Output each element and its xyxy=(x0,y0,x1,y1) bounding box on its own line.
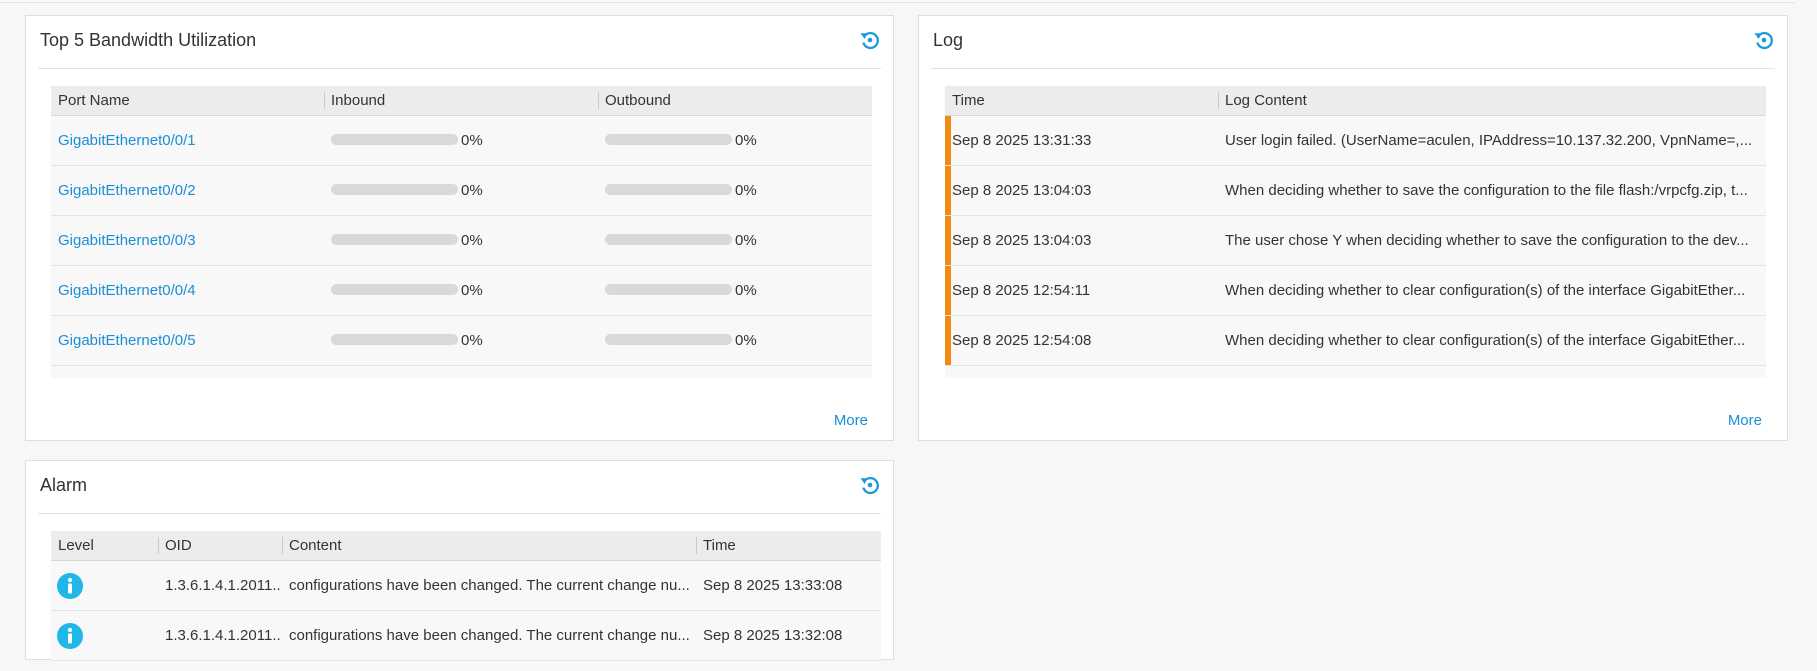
info-icon xyxy=(57,573,83,599)
column-time: Time xyxy=(696,531,883,560)
bandwidth-more-link[interactable]: More xyxy=(834,412,868,429)
top-divider xyxy=(0,0,1795,3)
outbound-percent: 0% xyxy=(735,132,757,149)
table-header: Level OID Content Time xyxy=(51,531,881,561)
port-name-link[interactable]: GigabitEthernet0/0/1 xyxy=(51,116,324,165)
log-table: Time Log Content Sep 8 2025 13:31:33 User… xyxy=(945,86,1766,378)
table-row: GigabitEthernet0/0/3 0% 0% xyxy=(51,216,872,266)
column-level: Level xyxy=(58,537,94,554)
outbound-percent: 0% xyxy=(735,182,757,199)
table-row: GigabitEthernet0/0/1 0% 0% xyxy=(51,116,872,166)
table-row[interactable]: Sep 8 2025 13:31:33 User login failed. (U… xyxy=(945,116,1766,166)
column-content: Content xyxy=(282,531,696,560)
inbound-percent: 0% xyxy=(461,282,483,299)
table-row[interactable]: Sep 8 2025 12:54:08 When deciding whether… xyxy=(945,316,1766,366)
alarm-panel: Alarm Level OID Content Time 1.3.6.1.4.1… xyxy=(25,460,894,671)
inbound-percent: 0% xyxy=(461,232,483,249)
table-header: Port Name Inbound Outbound xyxy=(51,86,872,116)
outbound-usage-bar xyxy=(605,184,732,195)
log-content: User login failed. (UserName=aculen, IPA… xyxy=(1225,132,1753,149)
outbound-percent: 0% xyxy=(735,232,757,249)
port-name-link[interactable]: GigabitEthernet0/0/3 xyxy=(51,216,324,265)
alarm-content: configurations have been changed. The cu… xyxy=(289,627,690,644)
outbound-usage-bar xyxy=(605,334,732,345)
log-more-link[interactable]: More xyxy=(1728,412,1762,429)
outbound-percent: 0% xyxy=(735,332,757,349)
table-row: GigabitEthernet0/0/4 0% 0% xyxy=(51,266,872,316)
column-inbound: Inbound xyxy=(324,86,598,115)
inbound-usage-bar xyxy=(331,284,458,295)
column-port-name: Port Name xyxy=(58,92,130,109)
alarm-oid: 1.3.6.1.4.1.2011... xyxy=(165,627,282,644)
inbound-usage-bar xyxy=(331,334,458,345)
column-log-content: Log Content xyxy=(1218,86,1767,115)
table-row[interactable]: Sep 8 2025 13:04:03 When deciding whether… xyxy=(945,166,1766,216)
alarm-oid: 1.3.6.1.4.1.2011... xyxy=(165,577,282,594)
bandwidth-panel: Top 5 Bandwidth Utilization Port Name In… xyxy=(25,15,894,441)
inbound-usage-bar xyxy=(331,134,458,145)
inbound-usage-bar xyxy=(331,234,458,245)
log-time: Sep 8 2025 12:54:08 xyxy=(952,332,1092,349)
log-content: When deciding whether to clear configura… xyxy=(1225,282,1746,299)
log-time: Sep 8 2025 13:04:03 xyxy=(952,232,1092,249)
bandwidth-table: Port Name Inbound Outbound GigabitEthern… xyxy=(51,86,872,378)
alarm-time: Sep 8 2025 13:33:08 xyxy=(703,577,843,594)
inbound-percent: 0% xyxy=(461,182,483,199)
outbound-percent: 0% xyxy=(735,282,757,299)
port-name-link[interactable]: GigabitEthernet0/0/4 xyxy=(51,266,324,315)
info-icon xyxy=(57,623,83,649)
outbound-usage-bar xyxy=(605,234,732,245)
table-row[interactable]: Sep 8 2025 12:54:11 When deciding whether… xyxy=(945,266,1766,316)
column-outbound: Outbound xyxy=(598,86,872,115)
panel-title: Log xyxy=(933,30,964,50)
table-row: GigabitEthernet0/0/5 0% 0% xyxy=(51,316,872,366)
alarm-table: Level OID Content Time 1.3.6.1.4.1.2011.… xyxy=(51,531,881,671)
refresh-icon[interactable] xyxy=(859,29,881,51)
table-row: GigabitEthernet0/0/2 0% 0% xyxy=(51,166,872,216)
panel-header: Top 5 Bandwidth Utilization xyxy=(38,16,881,69)
outbound-usage-bar xyxy=(605,284,732,295)
table-row[interactable]: 1.3.6.1.4.1.2011... configurations have b… xyxy=(51,611,881,661)
log-content: When deciding whether to clear configura… xyxy=(1225,332,1746,349)
inbound-percent: 0% xyxy=(461,332,483,349)
log-content: When deciding whether to save the config… xyxy=(1225,182,1748,199)
inbound-usage-bar xyxy=(331,184,458,195)
panel-header: Alarm xyxy=(38,461,881,514)
log-content: The user chose Y when deciding whether t… xyxy=(1225,232,1749,249)
log-time: Sep 8 2025 13:04:03 xyxy=(952,182,1092,199)
log-time: Sep 8 2025 13:31:33 xyxy=(952,132,1092,149)
port-name-link[interactable]: GigabitEthernet0/0/2 xyxy=(51,166,324,215)
log-time: Sep 8 2025 12:54:11 xyxy=(952,282,1091,299)
alarm-content: configurations have been changed. The cu… xyxy=(289,577,690,594)
alarm-time: Sep 8 2025 13:32:08 xyxy=(703,627,843,644)
log-panel: Log Time Log Content Sep 8 2025 13:31:33… xyxy=(918,15,1788,441)
panel-title: Top 5 Bandwidth Utilization xyxy=(40,30,257,50)
panel-title: Alarm xyxy=(40,475,88,495)
refresh-icon[interactable] xyxy=(1753,29,1775,51)
table-row[interactable]: Sep 8 2025 13:04:03 The user chose Y when… xyxy=(945,216,1766,266)
port-name-link[interactable]: GigabitEthernet0/0/5 xyxy=(51,316,324,365)
column-oid: OID xyxy=(158,531,282,560)
outbound-usage-bar xyxy=(605,134,732,145)
panel-header: Log xyxy=(931,16,1775,69)
refresh-icon[interactable] xyxy=(859,474,881,496)
table-header: Time Log Content xyxy=(945,86,1766,116)
inbound-percent: 0% xyxy=(461,132,483,149)
table-row[interactable]: 1.3.6.1.4.1.2011... configurations have b… xyxy=(51,561,881,611)
column-time: Time xyxy=(952,92,985,109)
